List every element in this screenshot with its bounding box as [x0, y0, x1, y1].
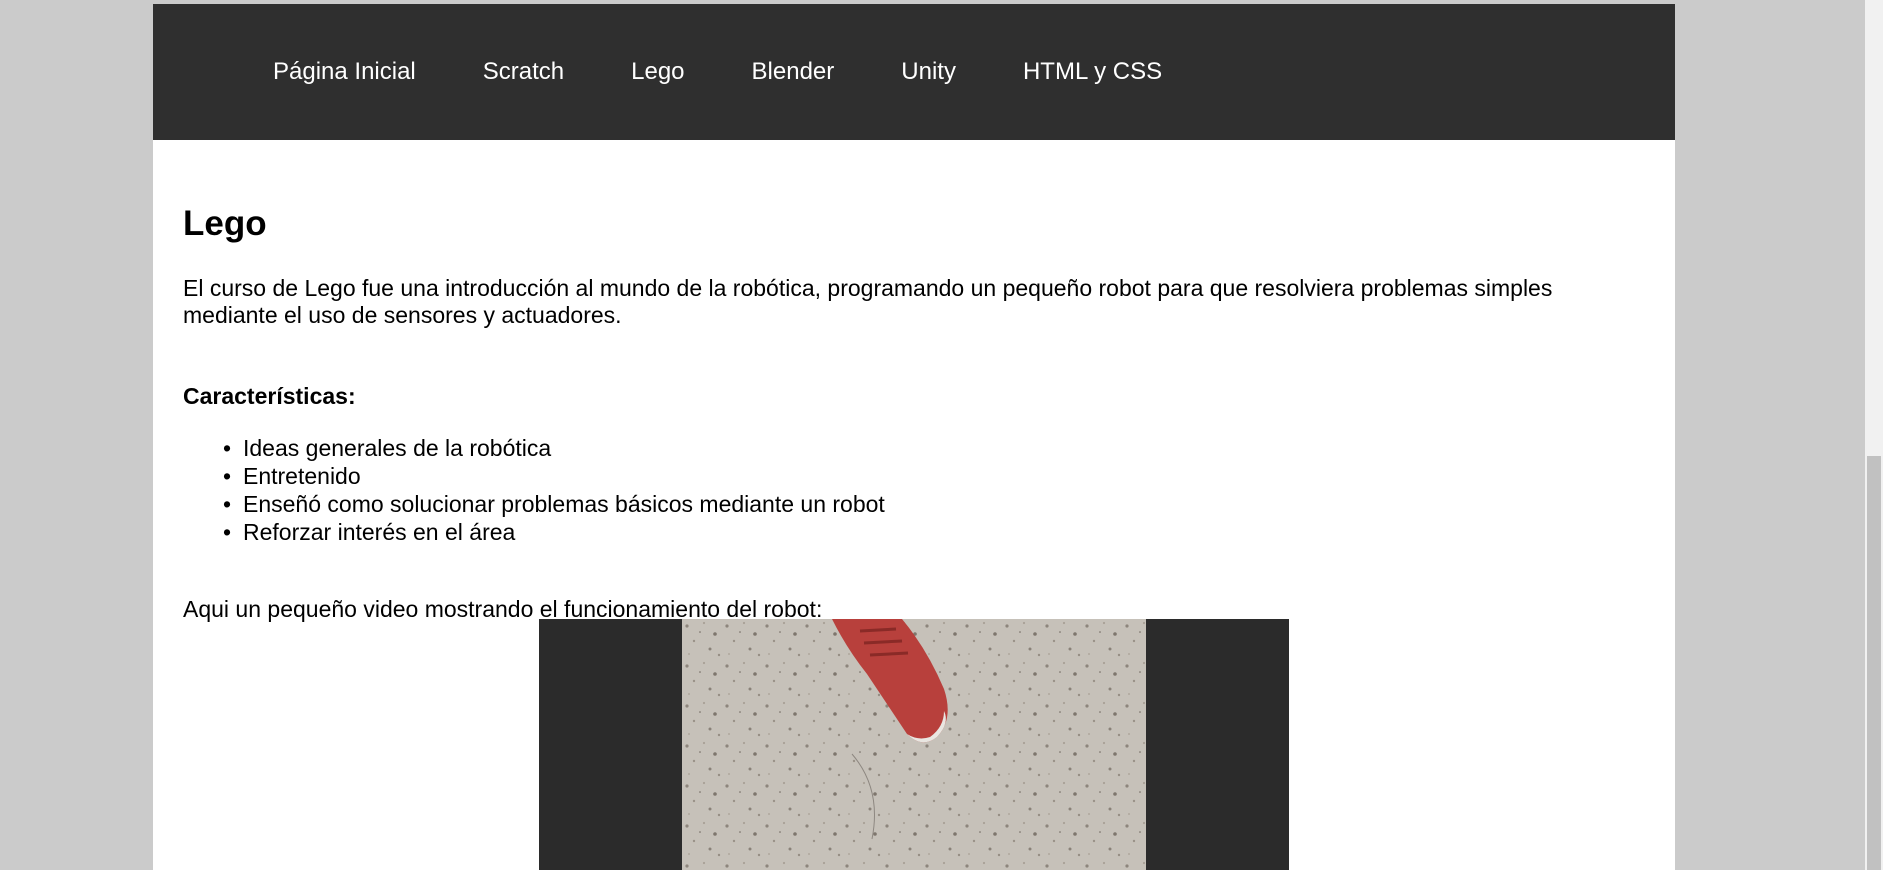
scrollbar-thumb[interactable] — [1867, 456, 1881, 870]
nav-link-pagina-inicial[interactable]: Página Inicial — [273, 60, 416, 84]
page-title: Lego — [183, 204, 267, 243]
list-item: Entretenido — [223, 462, 1645, 490]
nav-link-scratch[interactable]: Scratch — [483, 60, 564, 84]
top-navbar: Página Inicial Scratch Lego Blender Unit… — [153, 4, 1675, 140]
list-item: Reforzar interés en el área — [223, 518, 1645, 546]
features-heading: Características: — [183, 383, 356, 409]
intro-paragraph: El curso de Lego fue una introducción al… — [183, 275, 1553, 328]
page-container: Página Inicial Scratch Lego Blender Unit… — [153, 4, 1675, 870]
video-player[interactable] — [539, 619, 1289, 870]
list-item: Ideas generales de la robótica — [223, 434, 1645, 462]
main-content: Lego El curso de Lego fue una introducci… — [153, 206, 1675, 623]
nav-link-blender[interactable]: Blender — [752, 60, 835, 84]
vertical-scrollbar[interactable] — [1865, 0, 1883, 870]
nav-link-lego[interactable]: Lego — [631, 60, 684, 84]
video-frame[interactable] — [682, 619, 1146, 870]
features-list: Ideas generales de la robótica Entreteni… — [183, 434, 1645, 546]
list-item: Enseñó como solucionar problemas básicos… — [223, 490, 1645, 518]
nav-link-html-css[interactable]: HTML y CSS — [1023, 60, 1162, 84]
video-still-image — [682, 619, 1146, 870]
nav-link-unity[interactable]: Unity — [901, 60, 956, 84]
